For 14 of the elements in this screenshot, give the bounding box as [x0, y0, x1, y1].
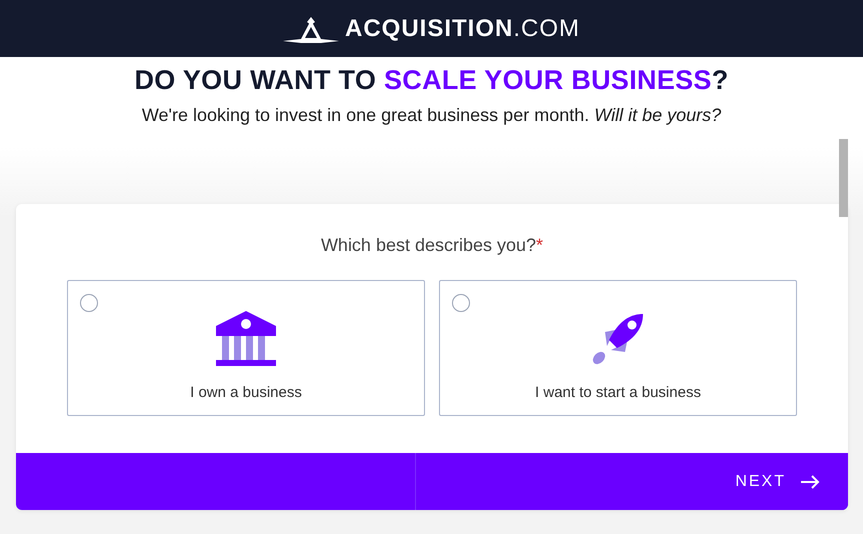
option-label: I want to start a business: [535, 384, 701, 401]
radio-button[interactable]: [452, 294, 470, 312]
rocket-icon: [591, 312, 645, 366]
option-card[interactable]: I own a business: [67, 280, 425, 416]
subtitle: We're looking to invest in one great business per month. Will it be yours?: [140, 105, 722, 126]
radio-button[interactable]: [80, 294, 98, 312]
headline: DO YOU WANT TO SCALE YOUR BUSINESS?: [133, 64, 730, 96]
logo-text: ACQUISITION.COM: [344, 14, 580, 42]
option-label: I own a business: [190, 384, 302, 401]
option-card[interactable]: I want to start a business: [439, 280, 797, 416]
scrollbar-thumb[interactable]: [839, 139, 848, 217]
question-label: Which best describes you?*: [320, 234, 544, 256]
bank-icon: [216, 310, 276, 366]
arrow-right-icon: [800, 474, 820, 488]
